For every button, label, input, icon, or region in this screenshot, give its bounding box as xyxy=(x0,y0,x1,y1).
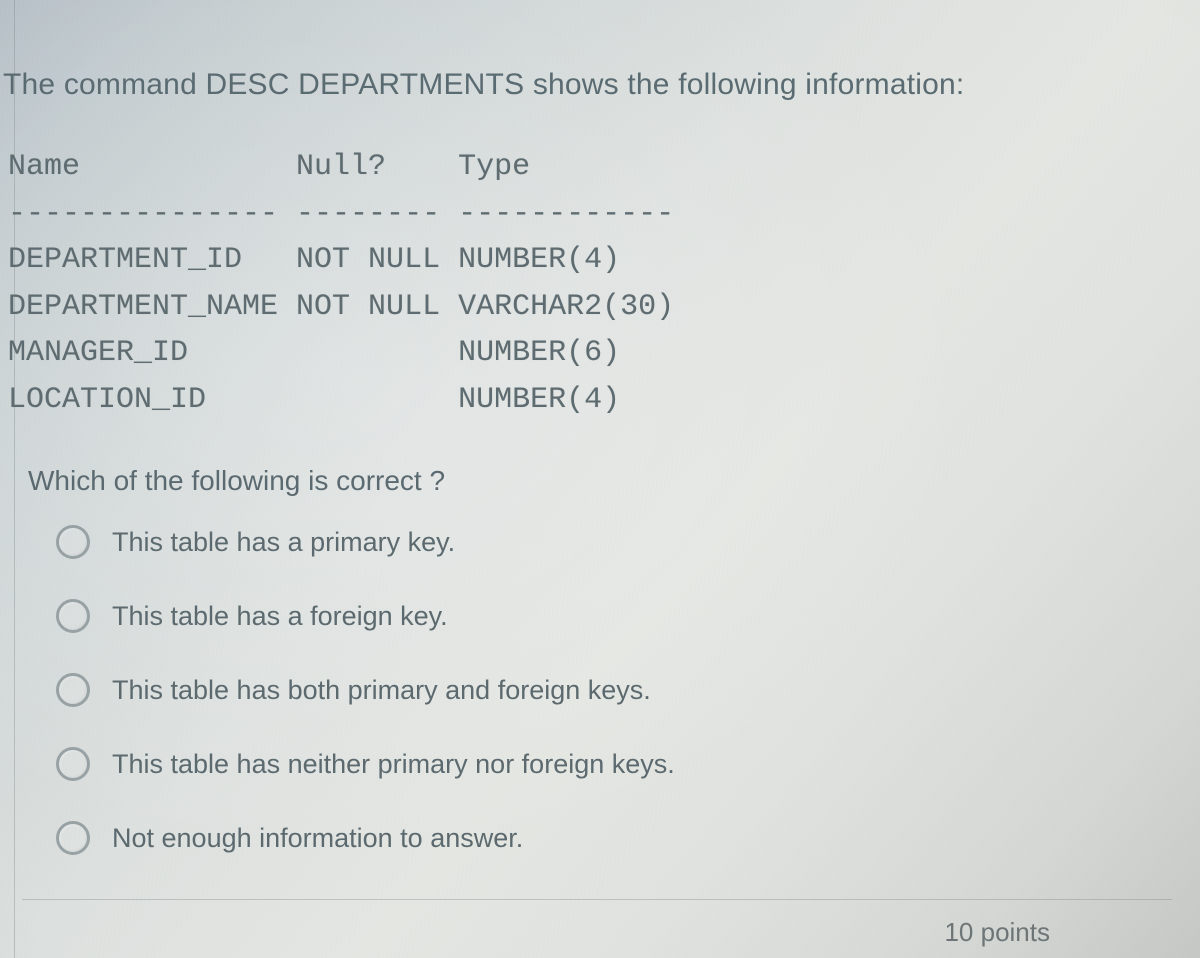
option-3[interactable]: This table has both primary and foreign … xyxy=(56,673,1200,707)
radio-icon[interactable] xyxy=(56,599,90,633)
option-5[interactable]: Not enough information to answer. xyxy=(56,821,1200,855)
option-label: This table has a primary key. xyxy=(112,527,455,558)
quiz-content: The command DESC DEPARTMENTS shows the f… xyxy=(0,0,1200,958)
radio-icon[interactable] xyxy=(56,747,90,781)
points-label: 10 points xyxy=(944,917,1050,948)
question-prompt: Which of the following is correct ? xyxy=(28,465,1200,497)
option-label: This table has both primary and foreign … xyxy=(112,675,651,706)
option-2[interactable]: This table has a foreign key. xyxy=(56,599,1200,633)
desc-output: Name Null? Type --------------- --------… xyxy=(8,144,1200,423)
option-4[interactable]: This table has neither primary nor forei… xyxy=(56,747,1200,781)
option-label: This table has a foreign key. xyxy=(112,601,448,632)
radio-icon[interactable] xyxy=(56,821,90,855)
question-intro: The command DESC DEPARTMENTS shows the f… xyxy=(3,68,1200,102)
radio-icon[interactable] xyxy=(56,673,90,707)
quiz-card: The command DESC DEPARTMENTS shows the f… xyxy=(0,0,1200,958)
options-group: This table has a primary key. This table … xyxy=(56,525,1200,855)
option-label: This table has neither primary nor forei… xyxy=(112,749,675,780)
footer-divider xyxy=(22,899,1172,900)
radio-icon[interactable] xyxy=(56,525,90,559)
option-label: Not enough information to answer. xyxy=(112,823,523,854)
option-1[interactable]: This table has a primary key. xyxy=(56,525,1200,559)
